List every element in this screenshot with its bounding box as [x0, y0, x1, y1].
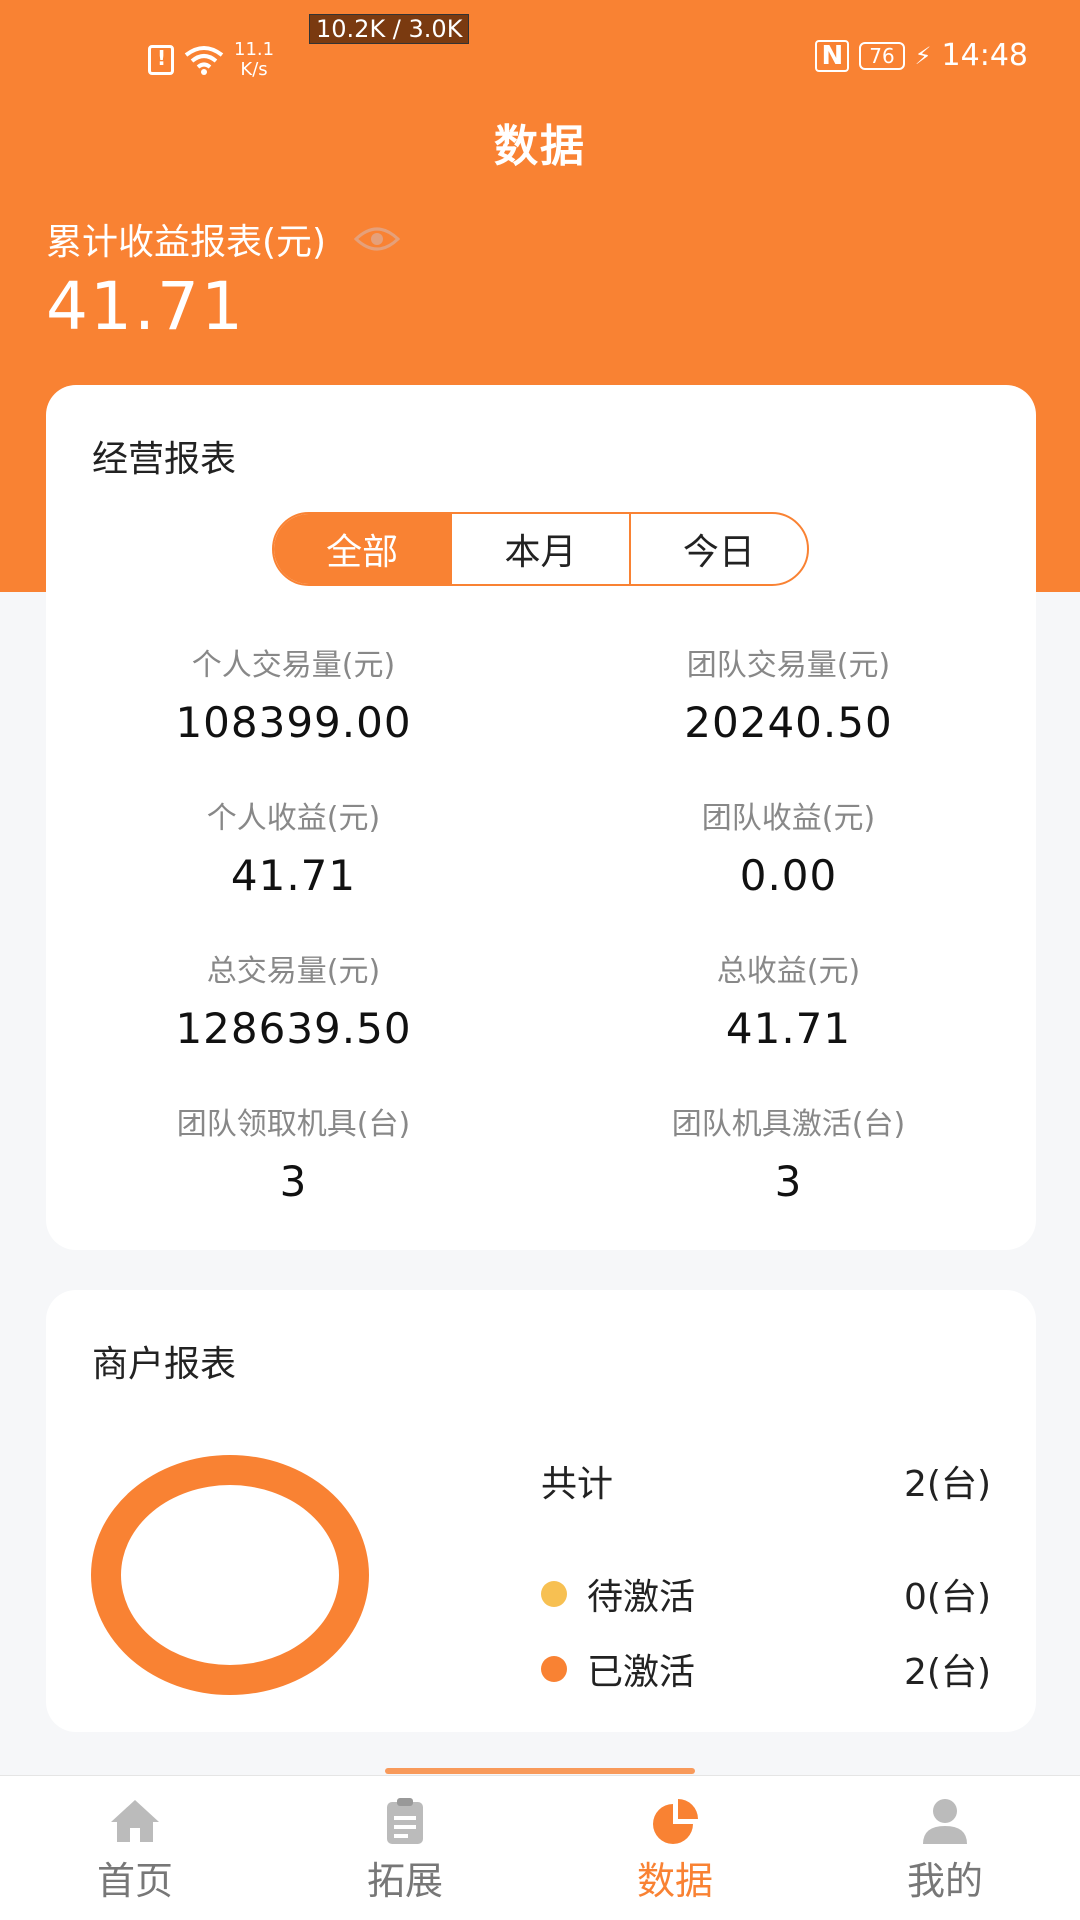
- tab-home[interactable]: 首页: [0, 1776, 270, 1920]
- stat-label: 个人交易量(元): [191, 648, 396, 683]
- next-card-peek: [385, 1768, 695, 1774]
- bottom-tab-bar: 首页 拓展 数据 我的: [0, 1775, 1080, 1920]
- battery-icon: 76: [859, 41, 905, 70]
- stat-label: 总收益(元): [716, 954, 861, 989]
- tab-data[interactable]: 数据: [540, 1776, 810, 1920]
- merchant-report-card: 商户报表 共计 2(台) 待激活 0(台) 已激活 2(台): [46, 1290, 1036, 1732]
- stat-personal-volume: 个人交易量(元) 108399.00: [46, 640, 541, 747]
- home-icon: [111, 1800, 159, 1842]
- stat-value: 0.00: [739, 851, 838, 900]
- tab-label: 首页: [96, 1859, 173, 1903]
- merchant-donut-chart: [91, 1455, 369, 1695]
- stat-label: 团队交易量(元): [686, 648, 891, 683]
- user-icon: [923, 1799, 967, 1844]
- status-left: 11.1 K/s: [148, 40, 274, 80]
- stat-value: 20240.50: [684, 698, 893, 747]
- merchant-total-value: 2(台): [904, 1464, 991, 1505]
- tab-label: 数据: [636, 1859, 713, 1903]
- cumulative-value: 41.71: [46, 268, 245, 345]
- eye-icon[interactable]: [354, 225, 401, 253]
- stat-value: 41.71: [230, 851, 357, 900]
- clipboard-icon: [387, 1798, 423, 1844]
- merchant-total-label: 共计: [541, 1464, 614, 1505]
- status-bar: 11.1 K/s 10.2K / 3.0K N 76 ⚡ 14:48: [0, 0, 1080, 110]
- period-segmented-control: 全部 本月 今日: [272, 512, 809, 586]
- stat-team-volume: 团队交易量(元) 20240.50: [541, 640, 1036, 747]
- legend-pending-value: 0(台): [904, 1577, 991, 1618]
- merchant-report-title: 商户报表: [92, 1344, 237, 1385]
- cumulative-label: 累计收益报表(元): [46, 222, 327, 263]
- legend-activated-value: 2(台): [904, 1652, 991, 1693]
- operations-report-title: 经营报表: [92, 439, 237, 480]
- wifi-icon: [184, 46, 224, 75]
- stat-total-income: 总收益(元) 41.71: [541, 946, 1036, 1053]
- nfc-icon: N: [815, 39, 850, 72]
- tab-expand[interactable]: 拓展: [270, 1776, 540, 1920]
- stat-team-machines-received: 团队领取机具(台) 3: [46, 1099, 541, 1206]
- legend-activated-row: 已激活 2(台): [541, 1643, 991, 1695]
- status-right: N 76 ⚡ 14:48: [815, 38, 1028, 73]
- stat-total-volume: 总交易量(元) 128639.50: [46, 946, 541, 1053]
- legend-pending-row: 待激活 0(台): [541, 1568, 991, 1620]
- cumulative-label-row: 累计收益报表(元): [46, 213, 401, 265]
- tab-today[interactable]: 今日: [628, 514, 807, 584]
- stat-personal-income: 个人收益(元) 41.71: [46, 793, 541, 900]
- legend-pending-label: 待激活: [587, 1577, 696, 1618]
- net-traffic-badge: 10.2K / 3.0K: [309, 14, 470, 44]
- stat-team-income: 团队收益(元) 0.00: [541, 793, 1036, 900]
- pending-dot-icon: [541, 1581, 567, 1607]
- page-title: 数据: [494, 121, 586, 172]
- tab-mine[interactable]: 我的: [810, 1776, 1080, 1920]
- merchant-total-row: 共计 2(台): [541, 1455, 991, 1507]
- stat-label: 个人收益(元): [206, 801, 381, 836]
- tab-this-month[interactable]: 本月: [450, 514, 628, 584]
- stat-value: 108399.00: [175, 698, 412, 747]
- stat-value: 3: [774, 1157, 803, 1206]
- pie-chart-icon: [653, 1799, 698, 1844]
- stat-label: 总交易量(元): [206, 954, 381, 989]
- speed-unit: K/s: [240, 59, 268, 80]
- stat-team-machines-activated: 团队机具激活(台) 3: [541, 1099, 1036, 1206]
- stat-value: 3: [279, 1157, 308, 1206]
- sim-alert-icon: [148, 45, 174, 75]
- network-speed: 11.1 K/s: [234, 40, 274, 80]
- stat-label: 团队机具激活(台): [671, 1107, 906, 1142]
- charging-icon: ⚡: [914, 41, 932, 70]
- clock: 14:48: [941, 38, 1028, 73]
- stat-value: 41.71: [725, 1004, 852, 1053]
- activated-dot-icon: [541, 1656, 567, 1682]
- speed-value: 11.1: [234, 39, 275, 60]
- stat-label: 团队领取机具(台): [176, 1107, 411, 1142]
- tab-label: 拓展: [366, 1859, 443, 1903]
- tab-all[interactable]: 全部: [274, 514, 451, 584]
- stat-label: 团队收益(元): [701, 801, 876, 836]
- operations-report-card: 经营报表 全部 本月 今日 个人交易量(元) 108399.00 团队交易量(元…: [46, 385, 1036, 1250]
- tab-label: 我的: [906, 1859, 983, 1903]
- legend-activated-label: 已激活: [587, 1652, 696, 1693]
- stat-value: 128639.50: [175, 1004, 412, 1053]
